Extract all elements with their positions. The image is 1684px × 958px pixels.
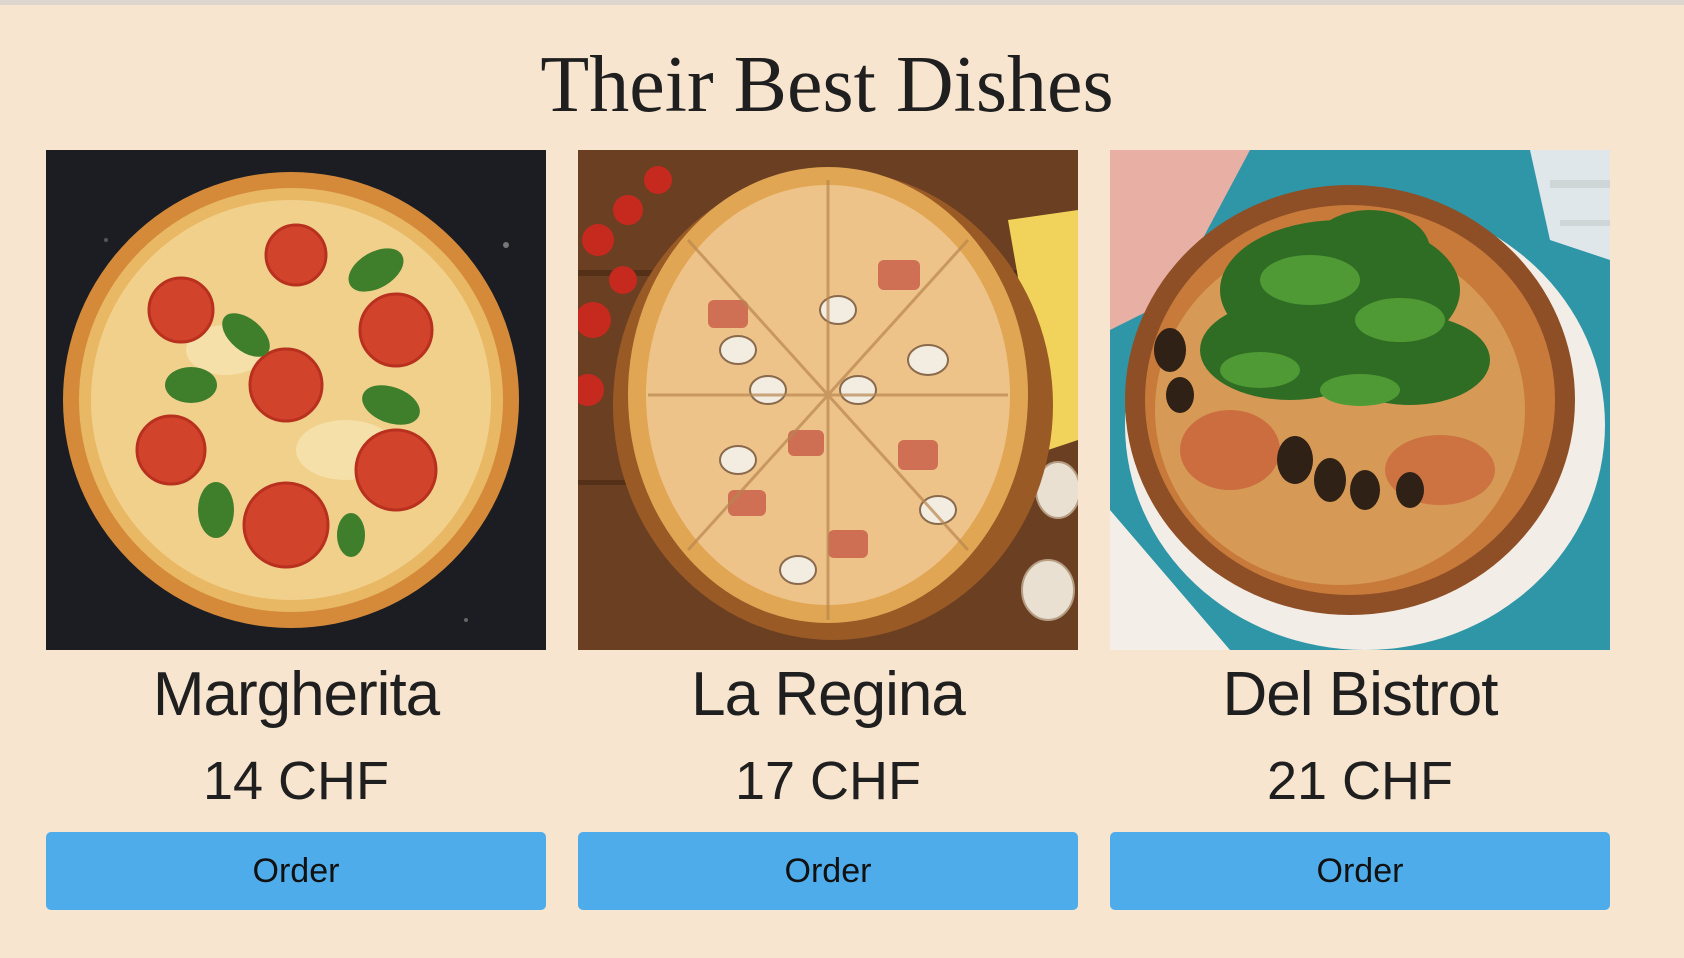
order-button-margherita[interactable]: Order <box>46 832 546 910</box>
dish-name: Margherita <box>152 660 440 729</box>
pizza-margherita-photo <box>46 150 546 650</box>
dish-price: 17 CHF <box>734 751 922 811</box>
dish-card-margherita: Margherita 14 CHF Order <box>46 150 546 910</box>
dish-card-del-bistrot: Del Bistrot 21 CHF Order <box>1110 150 1610 910</box>
dish-image-del-bistrot <box>1110 150 1610 650</box>
dish-name: Del Bistrot <box>1222 660 1499 729</box>
dish-image-margherita <box>46 150 546 650</box>
dish-card-la-regina: La Regina 17 CHF Order <box>578 150 1078 910</box>
dish-price: 14 CHF <box>202 751 390 811</box>
section-title: Their Best Dishes <box>540 41 1114 129</box>
pizza-bistrot-photo <box>1110 150 1610 650</box>
order-button-la-regina[interactable]: Order <box>578 832 1078 910</box>
dish-price: 21 CHF <box>1266 751 1454 811</box>
top-divider <box>0 0 1684 5</box>
pizza-regina-photo <box>578 150 1078 650</box>
order-button-del-bistrot[interactable]: Order <box>1110 832 1610 910</box>
dish-name: La Regina <box>691 660 966 729</box>
dish-image-la-regina <box>578 150 1078 650</box>
